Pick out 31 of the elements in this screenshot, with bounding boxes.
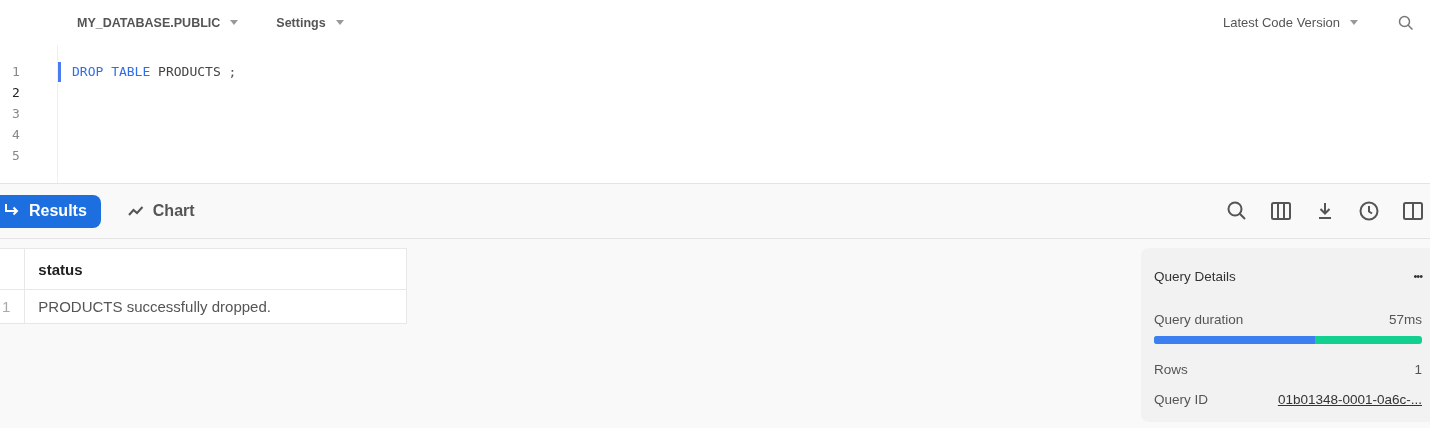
version-selector[interactable]: Latest Code Version bbox=[1222, 15, 1358, 30]
query-id-link[interactable]: 01b01348-0001-0a6c-... bbox=[1277, 391, 1422, 407]
settings-menu[interactable]: Settings bbox=[276, 15, 344, 30]
caret-icon bbox=[1350, 20, 1358, 25]
database-selector[interactable]: MY_DATABASE.PUBLIC bbox=[77, 15, 239, 30]
columns-icon[interactable] bbox=[1270, 200, 1292, 222]
line-number: 3 bbox=[11, 105, 21, 123]
rows-label: Rows bbox=[1154, 361, 1188, 377]
column-header: status bbox=[24, 248, 407, 290]
caret-icon bbox=[230, 20, 239, 25]
search-icon[interactable] bbox=[1226, 200, 1248, 222]
query-id-label: Query ID bbox=[1154, 391, 1208, 407]
line-number: 1 bbox=[11, 63, 21, 81]
clock-icon[interactable] bbox=[1358, 200, 1380, 222]
cursor-marker bbox=[58, 61, 61, 82]
line-number: 5 bbox=[11, 147, 21, 165]
caret-icon bbox=[335, 20, 344, 25]
row-number: 1 bbox=[0, 289, 25, 324]
table-cell: PRODUCTS successfully dropped. bbox=[24, 289, 407, 324]
duration-value: 57ms bbox=[1389, 311, 1422, 327]
code-line: DROP TABLE PRODUCTS ; bbox=[72, 64, 237, 79]
search-icon[interactable] bbox=[1398, 14, 1414, 31]
card-title: Query Details bbox=[1154, 268, 1236, 284]
line-number: 2 bbox=[11, 84, 21, 102]
chart-tab[interactable]: Chart bbox=[112, 194, 209, 228]
rows-value: 1 bbox=[1414, 361, 1422, 377]
split-panel-icon[interactable] bbox=[1402, 200, 1424, 222]
duration-label: Query duration bbox=[1154, 311, 1244, 327]
line-number: 4 bbox=[11, 126, 21, 144]
results-tab[interactable]: Results bbox=[0, 194, 101, 228]
more-button[interactable]: ••• bbox=[1413, 270, 1422, 282]
